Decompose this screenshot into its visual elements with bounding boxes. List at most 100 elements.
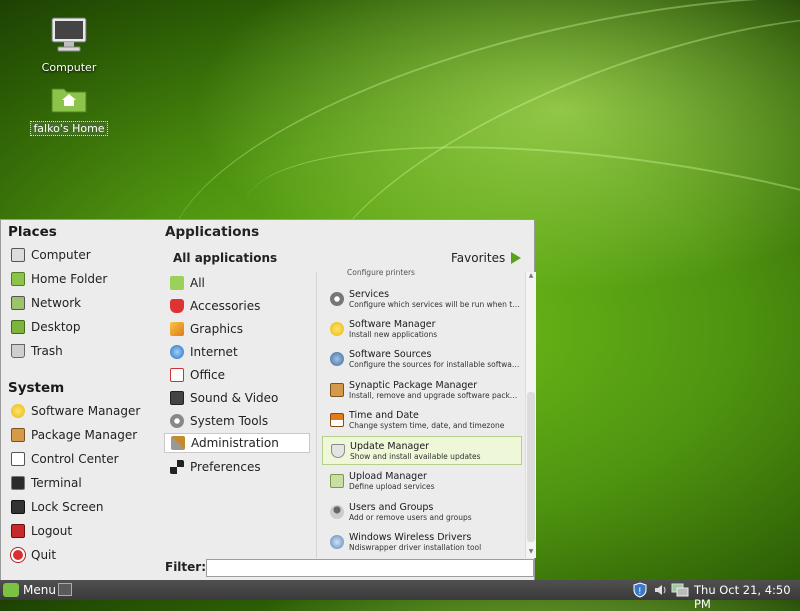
globe-icon	[170, 345, 184, 359]
power-icon	[11, 548, 25, 562]
sound-video-icon	[170, 391, 184, 405]
category-accessories[interactable]: Accessories	[164, 296, 310, 316]
computer-icon	[51, 17, 87, 52]
app-description: Ndiswrapper driver installation tool	[349, 542, 482, 552]
upload-icon	[330, 473, 344, 488]
terminal-icon	[11, 476, 25, 490]
system-item-package-manager[interactable]: Package Manager	[11, 425, 137, 445]
column-divider	[316, 272, 317, 558]
app-description: Install new applications	[349, 329, 438, 339]
main-menu: Places Computer Home Folder Network Desk…	[0, 219, 536, 580]
category-label: Administration	[191, 436, 279, 450]
scrollbar-thumb[interactable]	[527, 392, 535, 542]
filter-label: Filter:	[165, 560, 207, 574]
mint-logo-icon	[3, 583, 19, 597]
svg-text:!: !	[638, 587, 642, 597]
preferences-icon	[170, 460, 184, 474]
bottom-panel: Menu ! Thu Oct 21, 4:50 PM	[0, 580, 800, 611]
scroll-down-icon[interactable]: ▼	[527, 548, 535, 558]
places-item-computer[interactable]: Computer	[11, 245, 91, 265]
software-sources-icon	[330, 351, 344, 366]
panel-clock[interactable]: Thu Oct 21, 4:50 PM	[694, 583, 800, 611]
app-name: Software Sources	[349, 348, 432, 360]
places-item-home-folder[interactable]: Home Folder	[11, 269, 107, 289]
category-label: Preferences	[190, 460, 261, 474]
administration-icon	[171, 436, 185, 450]
places-item-label: Computer	[31, 248, 91, 262]
logout-icon	[11, 524, 25, 538]
desktop-icon-label: Computer	[41, 61, 97, 74]
category-label: Office	[190, 368, 226, 382]
app-synaptic-package-manager[interactable]: Synaptic Package Manager Install, remove …	[322, 375, 522, 404]
app-description: Add or remove users and groups	[349, 512, 472, 522]
shield-icon	[331, 443, 345, 458]
scroll-up-icon[interactable]: ▲	[527, 272, 535, 282]
app-time-and-date[interactable]: Time and Date Change system time, date, a…	[322, 405, 522, 434]
app-list-scrollbar[interactable]: ▲ ▼	[525, 272, 536, 558]
category-internet[interactable]: Internet	[164, 342, 310, 362]
volume-icon[interactable]	[653, 582, 669, 598]
app-name: Software Manager	[349, 318, 436, 330]
office-icon	[170, 368, 184, 382]
all-applications-label: All applications	[173, 251, 278, 265]
users-icon	[330, 504, 344, 519]
network-status-icon[interactable]	[671, 582, 689, 598]
gear-icon	[170, 414, 184, 428]
system-item-label: Logout	[31, 524, 73, 538]
update-shield-icon[interactable]: !	[632, 582, 648, 598]
app-name: Upload Manager	[349, 470, 427, 482]
places-item-trash[interactable]: Trash	[11, 341, 63, 361]
home-folder-icon	[11, 272, 25, 286]
system-item-lock-screen[interactable]: Lock Screen	[11, 497, 103, 517]
system-item-terminal[interactable]: Terminal	[11, 473, 82, 493]
favorites-button[interactable]: Favorites	[451, 251, 522, 265]
time-date-icon	[330, 412, 344, 427]
category-all[interactable]: All	[164, 273, 310, 293]
category-office[interactable]: Office	[164, 365, 310, 385]
software-manager-icon	[330, 321, 344, 336]
places-item-network[interactable]: Network	[11, 293, 81, 313]
category-graphics[interactable]: Graphics	[164, 319, 310, 339]
app-software-manager[interactable]: Software Manager Install new applications	[322, 314, 522, 343]
accessories-icon	[170, 299, 184, 313]
system-item-software-manager[interactable]: Software Manager	[11, 401, 140, 421]
app-users-and-groups[interactable]: Users and Groups Add or remove users and …	[322, 497, 522, 526]
places-heading: Places	[8, 224, 57, 240]
graphics-icon	[170, 322, 184, 336]
desktop-icon-home[interactable]: falko's Home	[29, 84, 109, 136]
category-label: Graphics	[190, 322, 243, 336]
app-update-manager[interactable]: Update Manager Show and install available…	[322, 436, 522, 465]
system-item-label: Software Manager	[31, 404, 141, 418]
filter-input[interactable]	[206, 559, 534, 577]
system-item-label: Control Center	[31, 452, 119, 466]
desktop-icon-label: falko's Home	[30, 121, 108, 136]
system-item-quit[interactable]: Quit	[11, 545, 56, 565]
system-item-control-center[interactable]: Control Center	[11, 449, 119, 469]
category-system-tools[interactable]: System Tools	[164, 411, 310, 431]
app-services[interactable]: Services Configure which services will be…	[322, 284, 522, 313]
category-sound-video[interactable]: Sound & Video	[164, 388, 310, 408]
software-manager-icon	[11, 404, 25, 418]
category-administration[interactable]: Administration	[164, 433, 310, 453]
applications-heading: Applications	[165, 224, 260, 240]
category-label: Sound & Video	[190, 391, 279, 405]
places-item-label: Desktop	[31, 320, 81, 334]
app-description: Configure which services will be run whe…	[349, 299, 521, 309]
category-label: System Tools	[190, 414, 269, 428]
wireless-icon	[330, 534, 344, 549]
desktop-icon-computer[interactable]: Computer	[29, 16, 109, 74]
app-name: Services	[349, 288, 390, 300]
app-description: Change system time, date, and timezone	[349, 420, 505, 430]
menu-button[interactable]: Menu	[3, 582, 56, 598]
places-item-desktop[interactable]: Desktop	[11, 317, 81, 337]
app-upload-manager[interactable]: Upload Manager Define upload services	[322, 466, 522, 495]
show-desktop-button[interactable]	[58, 583, 72, 596]
package-manager-icon	[11, 428, 25, 442]
app-software-sources[interactable]: Software Sources Configure the sources fo…	[322, 344, 522, 373]
lock-screen-icon	[11, 500, 25, 514]
app-windows-wireless-drivers[interactable]: Windows Wireless Drivers Ndiswrapper driv…	[322, 527, 522, 556]
system-item-logout[interactable]: Logout	[11, 521, 72, 541]
app-description: Define upload services	[349, 481, 435, 491]
system-item-label: Lock Screen	[31, 500, 104, 514]
category-preferences[interactable]: Preferences	[164, 457, 310, 477]
